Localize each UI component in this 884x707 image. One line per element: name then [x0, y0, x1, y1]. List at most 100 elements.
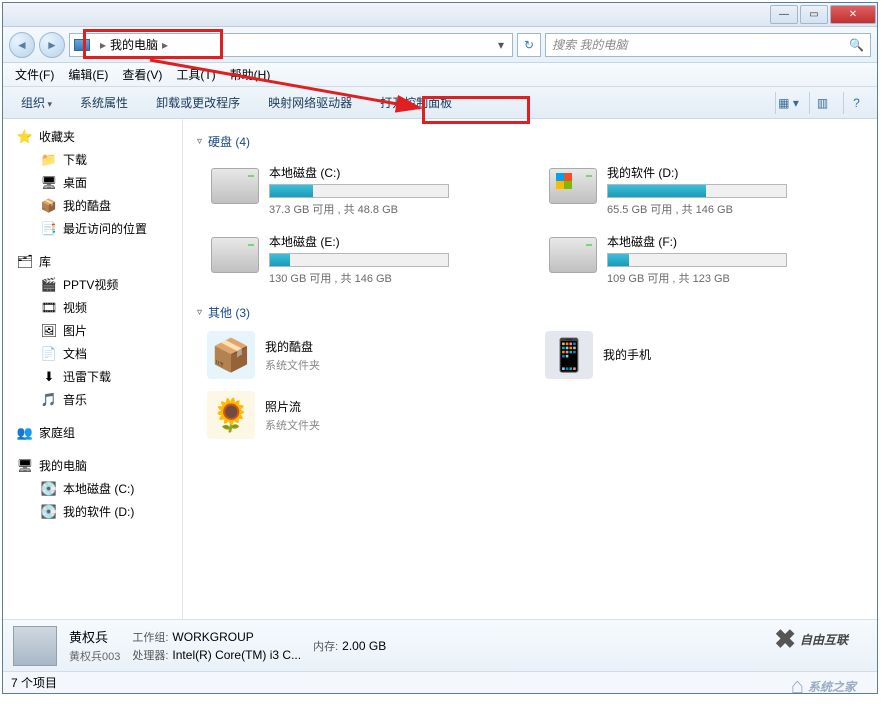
- sidebar-item-music[interactable]: 🎵音乐: [3, 388, 182, 411]
- address-text[interactable]: 我的电脑: [110, 36, 158, 53]
- drive-icon: [211, 237, 259, 273]
- sidebar-item-pictures[interactable]: 🖼图片: [3, 319, 182, 342]
- menu-edit[interactable]: 编辑(E): [62, 64, 114, 85]
- watermark-1: 自由互联: [774, 624, 848, 655]
- minimize-button[interactable]: —: [770, 5, 798, 24]
- drive-icon: 💽: [41, 504, 57, 520]
- drive-icon: [549, 237, 597, 273]
- drive-item[interactable]: 我的软件 (D:) 65.5 GB 可用 , 共 146 GB: [545, 160, 863, 221]
- menu-view[interactable]: 查看(V): [116, 64, 168, 85]
- details-pane: 黄权兵 黄权兵003 工作组:WORKGROUP 处理器:Intel(R) Co…: [3, 619, 877, 671]
- sidebar-item-downloads[interactable]: 📁下载: [3, 148, 182, 171]
- maximize-button[interactable]: ▭: [800, 5, 828, 24]
- menu-help[interactable]: 帮助(H): [224, 64, 277, 85]
- explorer-window: — ▭ ✕ ◄ ► ▸ 我的电脑 ▸ ▾ ↻ 搜索 我的电脑 🔍 文件(F) 编…: [2, 2, 878, 694]
- breadcrumb-sep: ▸: [96, 38, 110, 52]
- uninstall-button[interactable]: 卸载或更改程序: [146, 90, 250, 115]
- sidebar-item-documents[interactable]: 📄文档: [3, 342, 182, 365]
- library-icon: 🗂: [17, 254, 33, 270]
- search-icon[interactable]: 🔍: [849, 38, 864, 52]
- item-icon: 📱: [545, 331, 593, 379]
- drive-icon: [211, 168, 259, 204]
- category-other[interactable]: ▿ 其他 (3): [197, 304, 863, 321]
- computer-icon: [74, 39, 90, 51]
- drive-name: 本地磁盘 (F:): [607, 233, 859, 250]
- menu-tools[interactable]: 工具(T): [170, 64, 221, 85]
- memory-key: 内存:: [313, 641, 338, 653]
- computer-large-icon: [13, 626, 57, 666]
- other-item[interactable]: 📦 我的酷盘 系统文件夹: [207, 331, 525, 379]
- drive-progress: [607, 184, 787, 198]
- drive-item[interactable]: 本地磁盘 (F:) 109 GB 可用 , 共 123 GB: [545, 229, 863, 290]
- forward-button[interactable]: ►: [39, 32, 65, 58]
- drive-stats: 130 GB 可用 , 共 146 GB: [269, 270, 521, 286]
- workgroup-value: WORKGROUP: [172, 630, 253, 644]
- item-name: 我的手机: [603, 346, 651, 363]
- sidebar-item-video[interactable]: 🎞视频: [3, 296, 182, 319]
- address-bar[interactable]: ▸ 我的电脑 ▸ ▾: [69, 33, 513, 57]
- system-properties-button[interactable]: 系统属性: [70, 90, 138, 115]
- drive-name: 我的软件 (D:): [607, 164, 859, 181]
- toolbar: 组织 系统属性 卸载或更改程序 映射网络驱动器 打开控制面板 ▦ ▾ ▥ ?: [3, 87, 877, 119]
- sidebar-item-kupan[interactable]: 📦我的酷盘: [3, 194, 182, 217]
- search-box[interactable]: 搜索 我的电脑 🔍: [545, 33, 871, 57]
- titlebar: — ▭ ✕: [3, 3, 877, 27]
- sidebar-item-desktop[interactable]: 🖥桌面: [3, 171, 182, 194]
- drive-progress: [607, 253, 787, 267]
- sidebar-item-xunlei[interactable]: ⬇迅雷下载: [3, 365, 182, 388]
- other-item[interactable]: 🌻 照片流 系统文件夹: [207, 391, 525, 439]
- memory-value: 2.00 GB: [342, 639, 386, 653]
- music-icon: 🎵: [41, 392, 57, 408]
- computer-group: 🖥 我的电脑 💽本地磁盘 (C:) 💽我的软件 (D:): [3, 454, 182, 523]
- map-drive-button[interactable]: 映射网络驱动器: [258, 90, 362, 115]
- hdd-label: 硬盘 (4): [208, 133, 250, 150]
- drive-grid: 本地磁盘 (C:) 37.3 GB 可用 , 共 48.8 GB 我的软件 (D…: [197, 160, 863, 290]
- sidebar-item-drive-c[interactable]: 💽本地磁盘 (C:): [3, 477, 182, 500]
- menu-bar: 文件(F) 编辑(E) 查看(V) 工具(T) 帮助(H): [3, 63, 877, 87]
- sidebar-item-recent[interactable]: 📑最近访问的位置: [3, 217, 182, 240]
- homegroup-label: 家庭组: [39, 424, 75, 441]
- other-item[interactable]: 📱 我的手机: [545, 331, 863, 379]
- drive-icon: [549, 168, 597, 204]
- drive-item[interactable]: 本地磁盘 (C:) 37.3 GB 可用 , 共 48.8 GB: [207, 160, 525, 221]
- cpu-key: 处理器:: [132, 650, 168, 662]
- homegroup-icon: 👥: [17, 425, 33, 441]
- cpu-value: Intel(R) Core(TM) i3 C...: [172, 648, 301, 662]
- download-icon: ⬇: [41, 369, 57, 385]
- computer-icon: 🖥: [17, 458, 33, 474]
- item-sub: 系统文件夹: [265, 357, 320, 373]
- details-name: 黄权兵: [69, 627, 120, 646]
- recent-icon: 📑: [41, 221, 57, 237]
- nav-row: ◄ ► ▸ 我的电脑 ▸ ▾ ↻ 搜索 我的电脑 🔍: [3, 27, 877, 63]
- view-mode-button[interactable]: ▦ ▾: [775, 92, 801, 114]
- item-icon: 🌻: [207, 391, 255, 439]
- back-button[interactable]: ◄: [9, 32, 35, 58]
- libraries-header[interactable]: 🗂 库: [3, 250, 182, 273]
- control-panel-button[interactable]: 打开控制面板: [370, 90, 462, 115]
- refresh-button[interactable]: ↻: [517, 33, 541, 57]
- preview-pane-button[interactable]: ▥: [809, 92, 835, 114]
- content-pane: ▿ 硬盘 (4) 本地磁盘 (C:) 37.3 GB 可用 , 共 48.8 G…: [183, 119, 877, 619]
- picture-icon: 🖼: [41, 323, 57, 339]
- homegroup-header[interactable]: 👥 家庭组: [3, 421, 182, 444]
- sidebar-item-pptv[interactable]: 🎬PPTV视频: [3, 273, 182, 296]
- sidebar-item-drive-d[interactable]: 💽我的软件 (D:): [3, 500, 182, 523]
- computer-header[interactable]: 🖥 我的电脑: [3, 454, 182, 477]
- item-name: 照片流: [265, 398, 320, 415]
- address-dropdown[interactable]: ▾: [494, 38, 508, 52]
- item-icon: 📦: [207, 331, 255, 379]
- organize-button[interactable]: 组织: [11, 90, 62, 115]
- favorites-header[interactable]: ⭐ 收藏夹: [3, 125, 182, 148]
- close-button[interactable]: ✕: [830, 5, 876, 24]
- drive-stats: 109 GB 可用 , 共 123 GB: [607, 270, 859, 286]
- libraries-group: 🗂 库 🎬PPTV视频 🎞视频 🖼图片 📄文档 ⬇迅雷下载 🎵音乐: [3, 250, 182, 411]
- help-button[interactable]: ?: [843, 92, 869, 114]
- category-hdd[interactable]: ▿ 硬盘 (4): [197, 133, 863, 150]
- drive-stats: 65.5 GB 可用 , 共 146 GB: [607, 201, 859, 217]
- favorites-group: ⭐ 收藏夹 📁下载 🖥桌面 📦我的酷盘 📑最近访问的位置: [3, 125, 182, 240]
- watermark-2: 系统之家: [791, 673, 856, 699]
- star-icon: ⭐: [17, 129, 33, 145]
- drive-item[interactable]: 本地磁盘 (E:) 130 GB 可用 , 共 146 GB: [207, 229, 525, 290]
- drive-stats: 37.3 GB 可用 , 共 48.8 GB: [269, 201, 521, 217]
- menu-file[interactable]: 文件(F): [9, 64, 60, 85]
